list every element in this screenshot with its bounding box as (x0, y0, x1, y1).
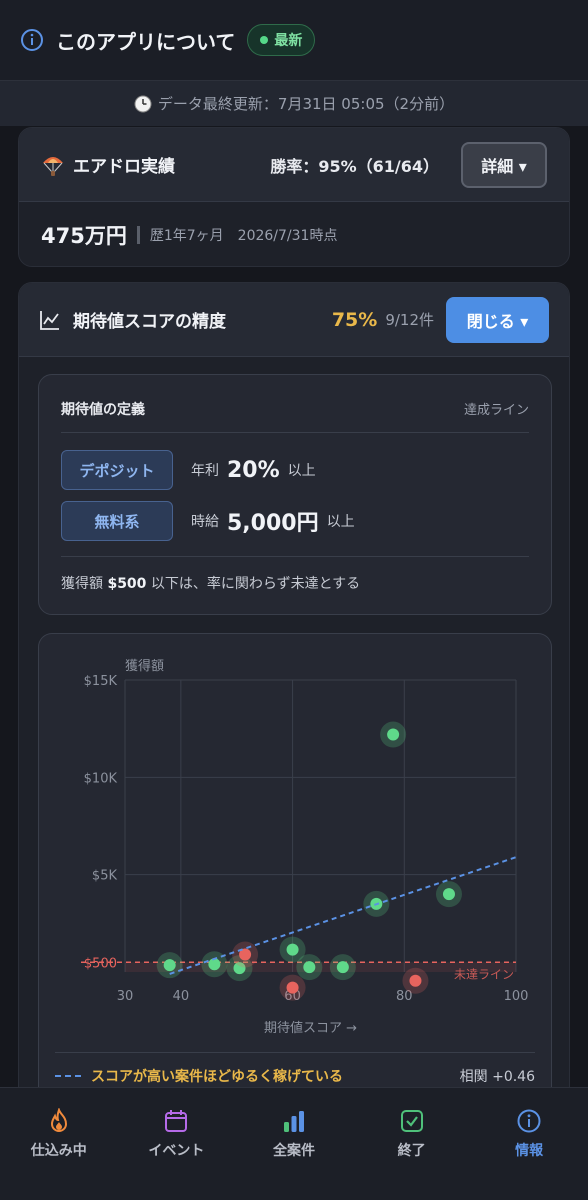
x-tick-label: 100 (504, 989, 529, 1004)
accuracy-count: 9/12件 (385, 311, 434, 329)
airdrop-summary: 475万円 歴1年7ヶ月 2026/7/31時点 (19, 202, 569, 266)
airdrop-title: エアドロ実績 (73, 157, 175, 177)
legend-text: スコアが高い案件ほどゆるく稼げている (91, 1069, 343, 1085)
tab-label: 情報 (515, 1143, 544, 1159)
tab-label: 仕込み中 (30, 1143, 87, 1159)
check-square-icon (400, 1110, 423, 1132)
chart-legend: スコアが高い案件ほどゆるく稼げている 相関 +0.46 (55, 1066, 535, 1086)
airdrop-card-header: エアドロ実績 勝率：95%（61/64） 詳細 ▾ (19, 128, 569, 202)
data-point (286, 943, 299, 956)
definition-note: 獲得額 $500 以下は、率に関わらず未達とする (61, 573, 360, 593)
correlation-value: 相関 +0.46 (459, 1069, 535, 1085)
status-badge: 最新 (247, 24, 316, 56)
divider (55, 1052, 535, 1053)
data-point (442, 888, 455, 901)
bar-chart-icon (283, 1111, 304, 1132)
status-badge-label: 最新 (274, 33, 303, 49)
x-axis-title: 期待値スコア → (264, 1020, 357, 1036)
y-tick-label: $5K (92, 869, 118, 884)
divider (136, 226, 140, 244)
tab-label: イベント (148, 1143, 205, 1159)
scatter-chart-panel: $15K $10K $5K 30 40 60 80 100 $500 未達ライン 獲得額 期待値スコア… (38, 633, 552, 1111)
definition-row-free: 無料系 時給 5,000円 以上 (61, 501, 355, 541)
divider (61, 556, 529, 557)
accuracy-title: 期待値スコアの精度 (73, 312, 226, 332)
line-chart-icon (40, 310, 59, 330)
detail-button[interactable]: 詳細 ▾ (461, 141, 547, 188)
definition-note-text: 以下は、率に関わらず未達とする (150, 576, 361, 592)
tab-label: 終了 (397, 1143, 426, 1159)
divider (61, 432, 529, 433)
data-point (208, 958, 221, 971)
definition-box: 期待値の定義 達成ライン デポジット 年利 20% 以上 無料系 時給 5,00… (38, 374, 552, 615)
accuracy-card-header: 期待値スコアの精度 75% 9/12件 閉じる ▾ (19, 283, 569, 357)
clock-icon (134, 95, 152, 112)
tab-events[interactable]: イベント (118, 1088, 236, 1200)
data-point (336, 961, 349, 974)
airdrop-card: エアドロ実績 勝率：95%（61/64） 詳細 ▾ 475万円 歴1年7ヶ月 2… (18, 127, 570, 267)
definition-row-deposit: デポジット 年利 20% 以上 (61, 450, 316, 490)
tab-all-projects[interactable]: 全案件 (235, 1088, 353, 1200)
bottom-tab-bar: 仕込み中 イベント 全案件 終了 情報 (0, 1087, 588, 1200)
definition-value: 20% (227, 457, 280, 483)
accuracy-card: 期待値スコアの精度 75% 9/12件 閉じる ▾ 期待値の定義 達成ライン デ… (18, 282, 570, 1112)
definition-title: 期待値の定義 (61, 402, 145, 418)
tab-finished[interactable]: 終了 (353, 1088, 471, 1200)
accuracy-percent: 75% (331, 308, 378, 331)
airdrop-meta: 歴1年7ヶ月 2026/7/31時点 (149, 228, 338, 244)
definition-tag: 無料系 (61, 501, 173, 541)
definition-tag: デポジット (61, 450, 173, 490)
threshold-label: 未達ライン (454, 967, 514, 981)
x-tick-label: 30 (117, 989, 134, 1004)
definition-value: 5,000円 (227, 511, 319, 536)
definition-note-prefix: 獲得額 (61, 576, 103, 592)
definition-suffix: 以上 (326, 514, 355, 530)
y-tick-label: $15K (84, 674, 118, 689)
flame-icon (50, 1108, 67, 1132)
tab-in-progress[interactable]: 仕込み中 (0, 1088, 118, 1200)
last-updated-text: データ最終更新：7月31日 05:05（2分前） (157, 95, 455, 113)
win-rate: 勝率：95%（61/64） (270, 156, 439, 176)
threshold-tick-label: $500 (84, 956, 117, 971)
trendline-swatch (55, 1075, 81, 1077)
definition-label: 年利 (191, 463, 219, 479)
y-axis-title: 獲得額 (125, 658, 164, 674)
x-tick-label: 40 (173, 989, 190, 1004)
airdrop-amount: 475万円 (41, 224, 127, 248)
tab-info[interactable]: 情報 (470, 1088, 588, 1200)
info-icon[interactable] (20, 28, 44, 52)
data-point (303, 961, 316, 974)
definition-suffix: 以上 (287, 463, 316, 479)
parachute-icon (43, 156, 63, 176)
last-updated-bar: データ最終更新：7月31日 05:05（2分前） (0, 80, 588, 126)
tab-label: 全案件 (272, 1143, 315, 1159)
scatter-chart: $15K$10K$5K30 40 60 80 100$500未達ライン獲得額期待値スコア… (81, 658, 529, 1036)
data-point (387, 728, 400, 741)
status-dot (260, 36, 269, 44)
definition-hint: 達成ライン (463, 403, 529, 418)
definition-note-amount: $500 (107, 576, 147, 592)
data-point (409, 974, 422, 987)
data-point (163, 959, 176, 972)
close-button[interactable]: 閉じる ▾ (446, 296, 549, 343)
info-icon (517, 1109, 541, 1133)
app-header: このアプリについて 最新 (0, 0, 588, 80)
y-tick-label: $10K (84, 771, 118, 786)
page-title: このアプリについて (56, 29, 236, 54)
data-point (286, 981, 299, 994)
calendar-icon (165, 1110, 188, 1132)
definition-label: 時給 (191, 514, 219, 530)
